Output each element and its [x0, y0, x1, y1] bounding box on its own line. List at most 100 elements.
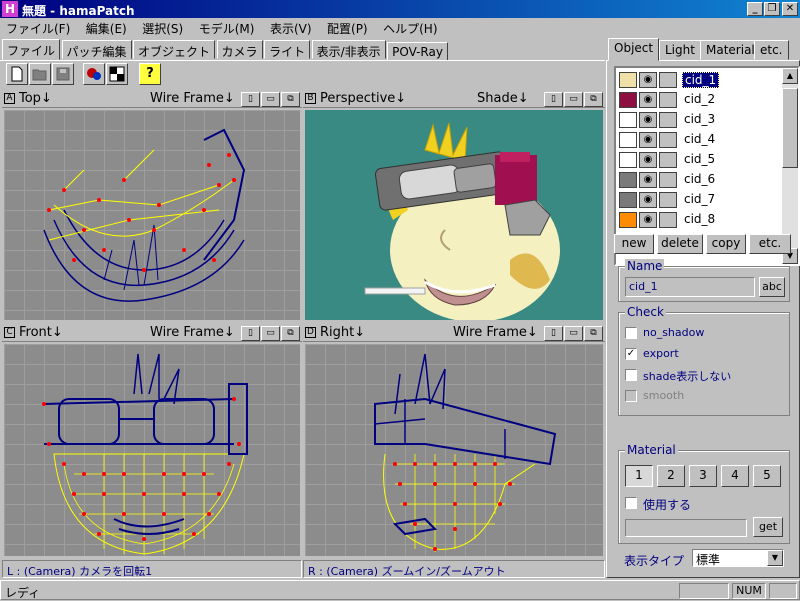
- lock-toggle[interactable]: [659, 112, 677, 128]
- viewport-mode-dropdown[interactable]: Shade↓: [477, 91, 529, 106]
- scroll-up-arrow-icon[interactable]: ▲: [782, 68, 798, 84]
- delete-object-button[interactable]: delete: [657, 234, 703, 254]
- object-list-row[interactable]: ◉ cid_6: [618, 170, 778, 190]
- new-object-button[interactable]: new: [614, 234, 654, 254]
- menu-help[interactable]: ヘルプ(H): [377, 18, 443, 39]
- menu-select[interactable]: 選択(S): [136, 18, 189, 39]
- eye-icon[interactable]: ◉: [639, 152, 657, 168]
- chevron-down-icon[interactable]: ▼: [767, 550, 783, 566]
- minimize-button[interactable]: _: [747, 2, 763, 16]
- viewport-mode-dropdown[interactable]: Wire Frame↓: [453, 325, 538, 340]
- save-icon[interactable]: [52, 63, 74, 85]
- color-swatch[interactable]: [619, 192, 637, 208]
- viewport-name-dropdown[interactable]: Perspective↓: [320, 91, 406, 106]
- color-swatch[interactable]: [619, 72, 637, 88]
- wide-view-button[interactable]: ▭: [564, 326, 583, 341]
- single-view-button[interactable]: ▯: [544, 92, 563, 107]
- help-icon[interactable]: ?: [139, 63, 161, 85]
- wide-view-button[interactable]: ▭: [261, 92, 280, 107]
- tab-light-props[interactable]: Light: [659, 40, 701, 60]
- material-slot-3[interactable]: 3: [689, 465, 717, 487]
- lock-toggle[interactable]: [659, 92, 677, 108]
- material-slot-4[interactable]: 4: [721, 465, 749, 487]
- color-swatch[interactable]: [619, 92, 637, 108]
- tab-camera[interactable]: カメラ: [216, 40, 263, 59]
- scroll-thumb[interactable]: [782, 88, 798, 168]
- tab-etc-props[interactable]: etc.: [754, 40, 789, 60]
- eye-icon[interactable]: ◉: [639, 172, 657, 188]
- etc-button[interactable]: etc.: [749, 234, 791, 254]
- color-swatch[interactable]: [619, 212, 637, 228]
- eye-icon[interactable]: ◉: [639, 212, 657, 228]
- tab-light[interactable]: ライト: [264, 40, 311, 59]
- menu-edit[interactable]: 編集(E): [80, 18, 133, 39]
- material-name-field[interactable]: [625, 519, 747, 537]
- eye-icon[interactable]: ◉: [639, 132, 657, 148]
- color-swatch[interactable]: [619, 152, 637, 168]
- close-button[interactable]: ✕: [782, 2, 798, 16]
- tab-object[interactable]: オブジェクト: [133, 40, 216, 59]
- material-slot-2[interactable]: 2: [657, 465, 685, 487]
- color-swatch[interactable]: [619, 172, 637, 188]
- eye-icon[interactable]: ◉: [639, 92, 657, 108]
- restore-button[interactable]: ❐: [764, 2, 780, 16]
- lock-toggle[interactable]: [659, 152, 677, 168]
- lock-toggle[interactable]: [659, 192, 677, 208]
- wide-view-button[interactable]: ▭: [564, 92, 583, 107]
- lock-toggle[interactable]: [659, 132, 677, 148]
- render-icon[interactable]: [83, 63, 105, 85]
- eye-icon[interactable]: ◉: [639, 112, 657, 128]
- tab-object-props[interactable]: Object: [608, 38, 660, 61]
- menu-arrange[interactable]: 配置(P): [321, 18, 374, 39]
- tile-view-button[interactable]: ⧉: [584, 326, 603, 341]
- object-list-row[interactable]: ◉ cid_3: [618, 110, 778, 130]
- abc-button[interactable]: abc: [759, 277, 785, 297]
- object-list-row[interactable]: ◉ cid_1: [618, 70, 778, 90]
- lock-toggle[interactable]: [659, 72, 677, 88]
- tab-povray[interactable]: POV-Ray: [387, 42, 448, 61]
- display-type-select[interactable]: 標準 ▼: [692, 549, 784, 567]
- color-swatch[interactable]: [619, 112, 637, 128]
- wide-view-button[interactable]: ▭: [261, 326, 280, 341]
- perspective-view-canvas[interactable]: [305, 110, 603, 320]
- material-slot-1[interactable]: 1: [625, 465, 653, 487]
- tile-view-button[interactable]: ⧉: [281, 92, 300, 107]
- tab-file[interactable]: ファイル: [2, 39, 61, 60]
- tab-patch-edit[interactable]: パッチ編集: [61, 40, 132, 59]
- object-list-row[interactable]: ◉ cid_2: [618, 90, 778, 110]
- lock-toggle[interactable]: [659, 172, 677, 188]
- tab-material-props[interactable]: Material: [700, 40, 761, 60]
- right-view-canvas[interactable]: [305, 344, 603, 556]
- object-list-row[interactable]: ◉ cid_7: [618, 190, 778, 210]
- lock-toggle[interactable]: [659, 212, 677, 228]
- tile-view-button[interactable]: ⧉: [281, 326, 300, 341]
- object-list-row[interactable]: ◉ cid_4: [618, 130, 778, 150]
- single-view-button[interactable]: ▯: [241, 92, 260, 107]
- menu-model[interactable]: モデル(M): [193, 18, 261, 39]
- new-file-icon[interactable]: [6, 63, 28, 85]
- front-view-canvas[interactable]: [4, 344, 300, 556]
- copy-object-button[interactable]: copy: [706, 234, 746, 254]
- checker-icon[interactable]: [106, 63, 128, 85]
- single-view-button[interactable]: ▯: [241, 326, 260, 341]
- single-view-button[interactable]: ▯: [544, 326, 563, 341]
- get-material-button[interactable]: get: [753, 517, 783, 537]
- color-swatch[interactable]: [619, 132, 637, 148]
- object-list-row[interactable]: ◉ cid_8: [618, 210, 778, 230]
- viewport-mode-dropdown[interactable]: Wire Frame↓: [150, 91, 235, 106]
- tab-show-hide[interactable]: 表示/非表示: [311, 40, 386, 59]
- viewport-name-dropdown[interactable]: Top↓: [19, 91, 52, 106]
- viewport-name-dropdown[interactable]: Front↓: [19, 325, 63, 340]
- menu-view[interactable]: 表示(V): [264, 18, 318, 39]
- top-view-canvas[interactable]: [4, 110, 300, 320]
- open-folder-icon[interactable]: [29, 63, 51, 85]
- object-list-row[interactable]: ◉ cid_5: [618, 150, 778, 170]
- eye-icon[interactable]: ◉: [639, 72, 657, 88]
- menu-file[interactable]: ファイル(F): [0, 18, 76, 39]
- eye-icon[interactable]: ◉: [639, 192, 657, 208]
- object-name-field[interactable]: cid_1: [625, 277, 755, 297]
- tile-view-button[interactable]: ⧉: [584, 92, 603, 107]
- material-slot-5[interactable]: 5: [753, 465, 781, 487]
- viewport-name-dropdown[interactable]: Right↓: [320, 325, 365, 340]
- viewport-mode-dropdown[interactable]: Wire Frame↓: [150, 325, 235, 340]
